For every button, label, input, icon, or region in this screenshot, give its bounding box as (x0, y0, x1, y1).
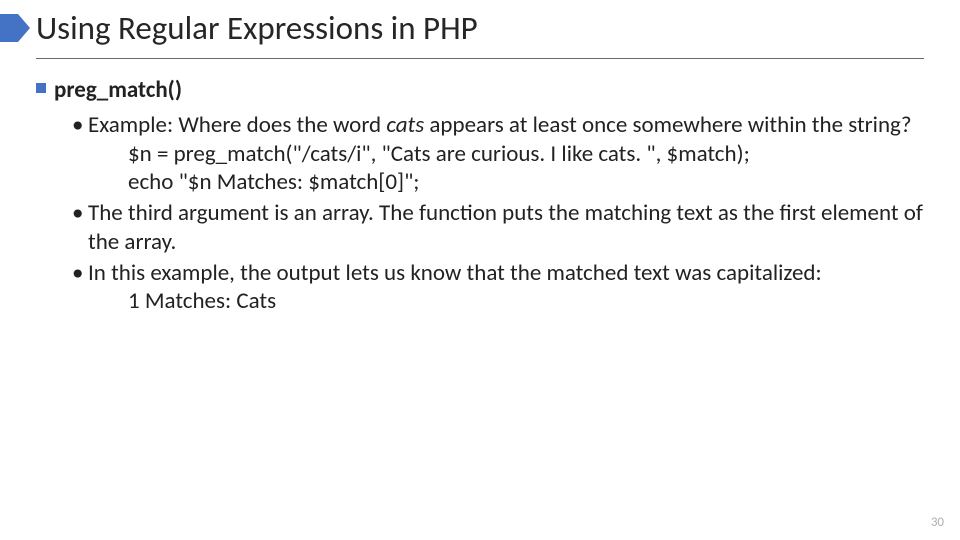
bullet-example-italic: cats (386, 111, 424, 139)
code-line-2: echo "$n Matches: $match[0]"; (128, 168, 926, 197)
bullet-array-note: The third argument is an array. The func… (72, 199, 926, 257)
slide-body: preg_match() Example: Where does the wor… (36, 76, 926, 316)
output-line: 1 Matches: Cats (128, 287, 926, 316)
bullet-example-text-a: Example: Where does the word (88, 111, 386, 139)
bullet-output-note: In this example, the output lets us know… (72, 259, 926, 288)
title-divider (36, 58, 924, 59)
slide: Using Regular Expressions in PHP preg_ma… (0, 0, 960, 540)
section-heading: preg_match() (36, 76, 926, 105)
title-accent-arrow (18, 14, 30, 42)
slide-title: Using Regular Expressions in PHP (36, 8, 478, 48)
bullet-example: Example: Where does the word cats appear… (72, 111, 926, 140)
title-accent-bar (0, 14, 18, 42)
code-line-1: $n = preg_match("/cats/i", "Cats are cur… (128, 140, 926, 169)
page-number: 30 (931, 515, 944, 530)
bullet-example-text-b: appears at least once somewhere within t… (424, 111, 911, 139)
